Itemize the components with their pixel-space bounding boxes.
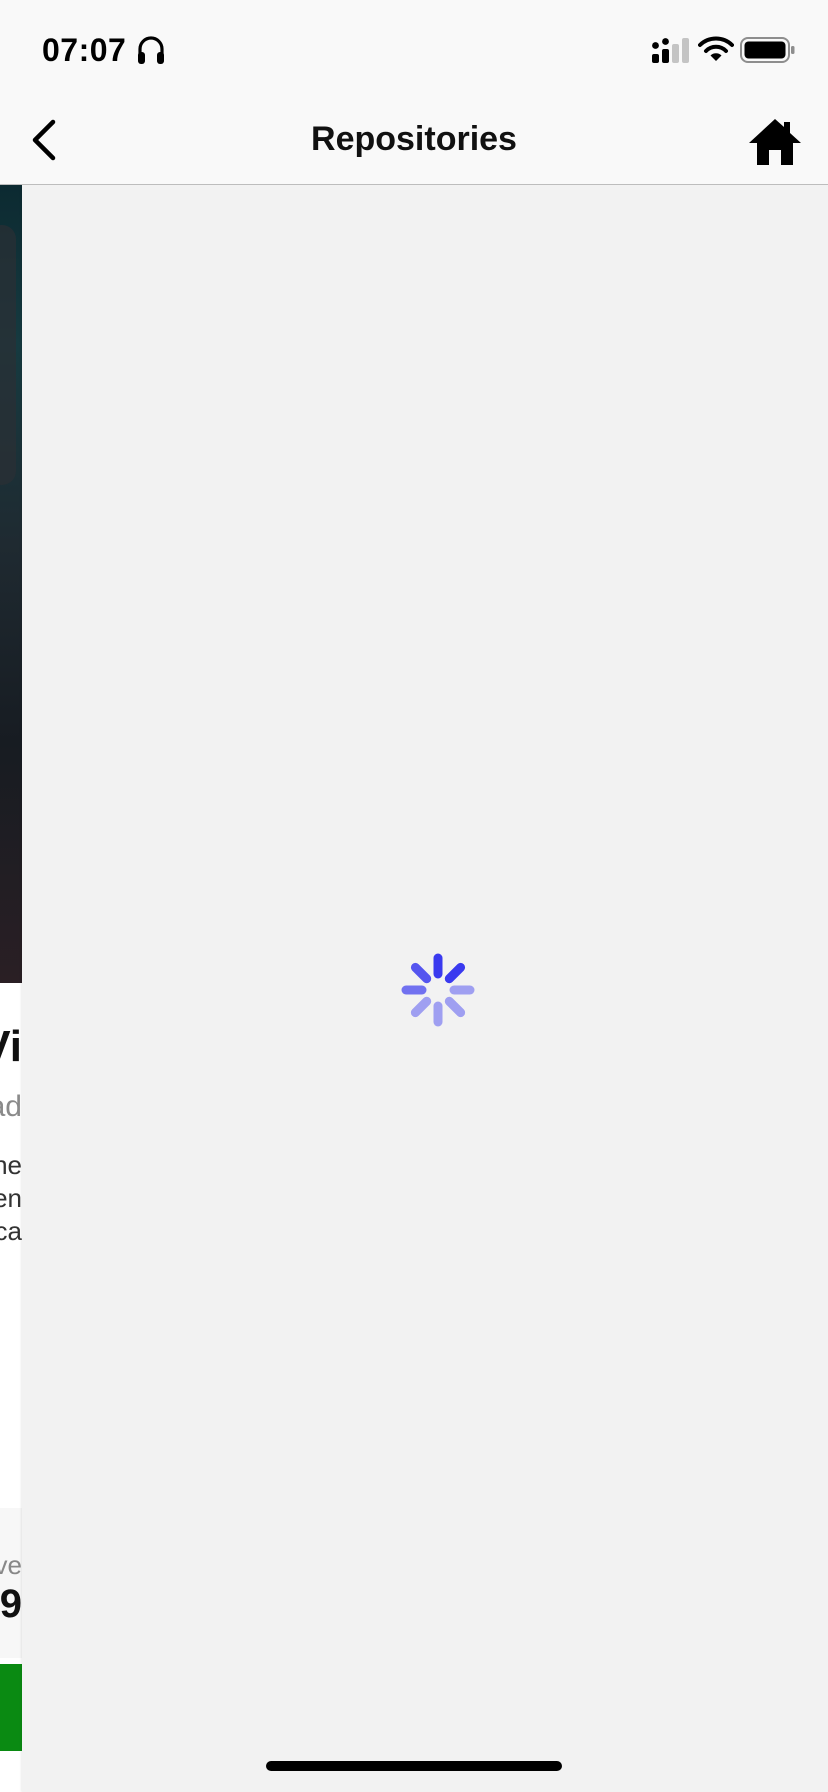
headphones-icon	[138, 36, 164, 64]
loading-spinner-icon	[401, 953, 475, 1027]
status-time: 07:07	[42, 32, 127, 68]
profile-action-button	[0, 1664, 22, 1751]
profile-bio-line: ne	[0, 1150, 22, 1180]
battery-icon	[740, 37, 795, 63]
profile-bio-line: ca	[0, 1216, 22, 1246]
repositories-list-area	[22, 185, 828, 1792]
profile-bio-line: en	[0, 1183, 22, 1213]
profile-stat-value-fragment: 9	[0, 1582, 22, 1626]
wifi-icon	[698, 36, 734, 61]
profile-handle-fragment: ad	[0, 1090, 22, 1123]
cellular-signal-icon	[652, 38, 689, 63]
home-button[interactable]	[744, 114, 806, 170]
previous-screen-peek: Vi ad ne en ca ve 9	[0, 0, 22, 1792]
page-title: Repositories	[311, 120, 517, 158]
profile-name-fragment: Vi	[0, 1022, 22, 1071]
status-bar: 07:07	[0, 0, 828, 96]
profile-stat-label-fragment: ve	[0, 1550, 22, 1580]
navigation-bar: Repositories	[0, 96, 828, 185]
profile-photo	[0, 185, 22, 983]
home-indicator[interactable]	[266, 1761, 562, 1771]
home-icon	[749, 119, 801, 165]
